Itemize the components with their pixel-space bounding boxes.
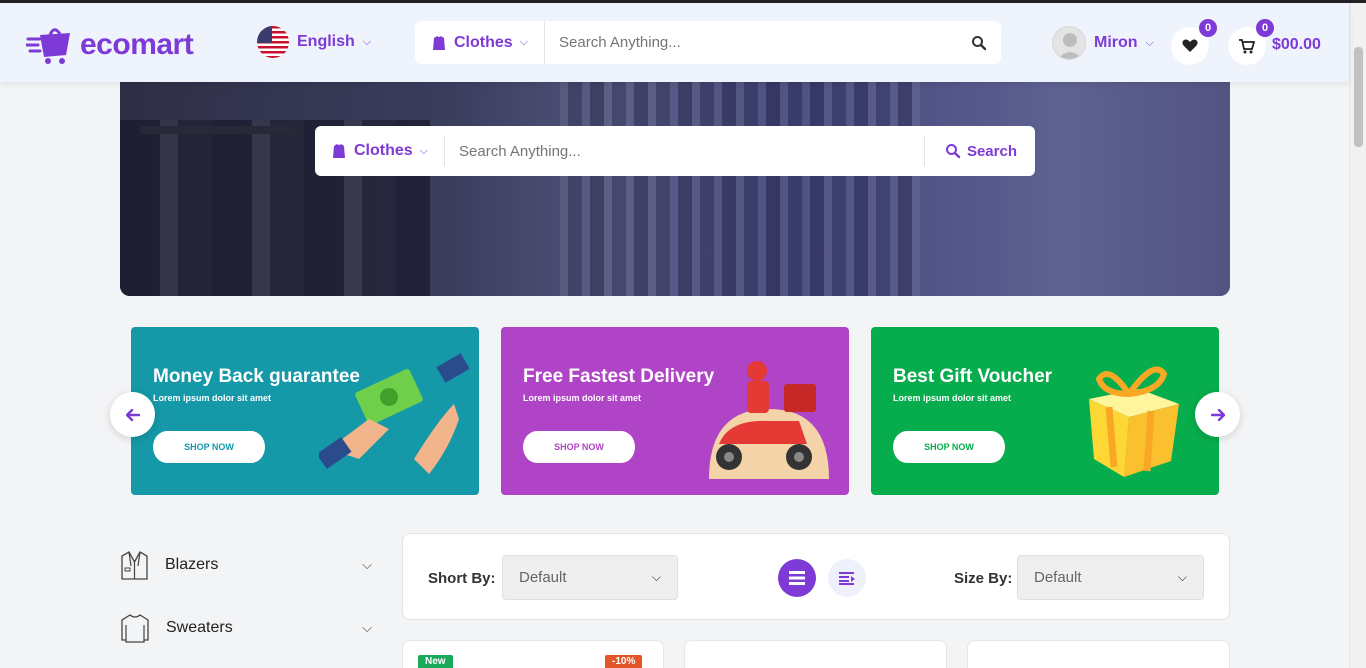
chevron-down-icon: ⌵	[519, 36, 529, 48]
detail-list-icon	[838, 571, 855, 585]
shop-now-button[interactable]: SHOP NOW	[523, 431, 635, 463]
cart-total: $00.00	[1272, 36, 1321, 53]
sort-select-value: Default	[519, 569, 567, 586]
new-tag: New	[418, 655, 453, 668]
cart-icon	[1239, 38, 1255, 53]
banner-subtitle: Lorem ipsum dolor sit amet	[153, 393, 272, 403]
arrow-left-icon	[125, 408, 140, 421]
chevron-down-icon: ⌵	[419, 144, 429, 157]
banner-subtitle: Lorem ipsum dolor sit amet	[893, 393, 1012, 403]
size-label: Size By:	[954, 570, 1013, 587]
cart-button[interactable]: 0	[1228, 19, 1274, 65]
size-select-value: Default	[1034, 569, 1082, 586]
product-card[interactable]	[684, 640, 947, 668]
heart-icon	[1182, 39, 1198, 52]
arrow-right-icon	[1210, 408, 1225, 421]
money-back-banner[interactable]: Money Back guarantee Lorem ipsum dolor s…	[131, 327, 479, 495]
chevron-down-icon: ⌵	[1177, 570, 1187, 584]
banner-title: Free Fastest Delivery	[523, 366, 715, 387]
header-category-dropdown[interactable]: Clothes ⌵	[415, 21, 546, 64]
hero-search-button[interactable]: Search	[923, 136, 1035, 166]
search-button-label: Search	[966, 142, 1017, 160]
language-label: English	[297, 33, 355, 50]
gift-voucher-banner[interactable]: Best Gift Voucher Lorem ipsum dolor sit …	[871, 327, 1219, 495]
list-view-icon	[789, 571, 805, 585]
chevron-down-icon: ⌵	[362, 557, 372, 572]
wishlist-count-badge: 0	[1199, 19, 1217, 37]
shop-now-button[interactable]: SHOP NOW	[153, 431, 265, 463]
logo[interactable]: ecomart	[26, 25, 194, 65]
banner-subtitle: Lorem ipsum dolor sit amet	[523, 393, 642, 403]
cart-count-badge: 0	[1256, 19, 1274, 37]
chevron-down-icon: ⌵	[362, 35, 372, 48]
sidebar-item-blazers[interactable]: Blazers ⌵	[120, 545, 372, 585]
money-hand-icon	[319, 353, 469, 474]
shopping-bag-logo-icon	[26, 28, 70, 64]
sidebar-item-sweaters[interactable]: Sweaters ⌵	[120, 608, 372, 648]
us-flag-icon	[257, 26, 289, 58]
blazer-icon	[121, 551, 148, 580]
header-search-input[interactable]	[545, 34, 957, 51]
search-icon	[972, 35, 987, 50]
header-search-button[interactable]	[957, 35, 1001, 51]
shop-now-button[interactable]: SHOP NOW	[893, 431, 1005, 463]
user-name: Miron	[1094, 34, 1138, 51]
wishlist-button[interactable]: 0	[1171, 19, 1217, 65]
chevron-down-icon: ⌵	[362, 620, 372, 635]
language-selector[interactable]: English ⌵	[257, 26, 371, 58]
site-header: ecomart English ⌵ Clothes ⌵ Search Anyth…	[0, 3, 1349, 82]
free-delivery-banner[interactable]: Free Fastest Delivery Lorem ipsum dolor …	[501, 327, 849, 495]
shirt-icon	[433, 35, 445, 50]
hero-search-bar: Clothes ⌵ Search	[315, 126, 1035, 176]
banner-title: Best Gift Voucher	[893, 366, 1053, 387]
delivery-scooter-icon	[709, 361, 829, 479]
sidebar-item-label: Sweaters	[166, 619, 233, 636]
hero-category-dropdown[interactable]: Clothes ⌵	[315, 136, 446, 166]
product-card[interactable]: New -10%	[402, 640, 664, 668]
shirt-icon	[333, 144, 345, 158]
logo-text: ecomart	[80, 28, 194, 61]
search-icon	[945, 144, 961, 159]
page-scrollbar[interactable]	[1349, 3, 1366, 668]
chevron-down-icon: ⌵	[651, 570, 661, 584]
sort-select[interactable]: Default ⌵	[502, 555, 678, 600]
carousel-next-button[interactable]	[1195, 392, 1240, 437]
grid-view-button[interactable]	[778, 559, 816, 597]
hero-search-input[interactable]	[445, 142, 924, 160]
sweater-icon	[121, 614, 149, 643]
user-menu[interactable]: Miron ⌵	[1052, 26, 1154, 60]
avatar	[1052, 26, 1086, 60]
hero-banner-image	[120, 60, 1230, 296]
hero-category-label: Clothes	[354, 142, 413, 159]
product-filter-bar: Short By: Default ⌵ Size By: Default ⌵	[402, 533, 1230, 620]
header-category-label: Clothes	[454, 33, 513, 51]
sort-label: Short By:	[428, 570, 496, 587]
product-card[interactable]	[967, 640, 1230, 668]
header-search-bar: Clothes ⌵	[415, 21, 1001, 64]
list-view-button[interactable]	[828, 559, 866, 597]
size-select[interactable]: Default ⌵	[1017, 555, 1204, 600]
gift-box-icon	[1089, 366, 1179, 477]
chevron-down-icon: ⌵	[1145, 36, 1154, 49]
carousel-prev-button[interactable]	[110, 392, 155, 437]
scrollbar-thumb[interactable]	[1354, 47, 1363, 147]
discount-tag: -10%	[605, 655, 643, 668]
sidebar-item-label: Blazers	[165, 556, 219, 573]
